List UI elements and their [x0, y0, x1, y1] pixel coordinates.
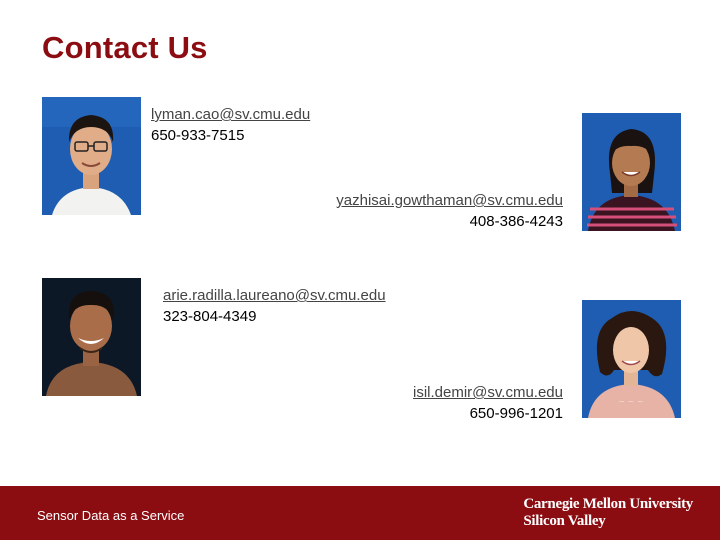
contact-photo-2 [582, 113, 681, 231]
phone-number: 650-996-1201 [469, 405, 563, 422]
email-link[interactable]: arie.radilla.laureano@sv.cmu.edu [163, 285, 386, 306]
footer-bar: Sensor Data as a Service Carnegie Mellon… [0, 486, 720, 540]
footer-label: Sensor Data as a Service [37, 508, 185, 523]
contact-photo-3 [42, 278, 141, 396]
email-link[interactable]: yazhisai.gowthaman@sv.cmu.edu [336, 190, 563, 211]
contact-card-1: lyman.cao@sv.cmu.edu 650-933-7515 [151, 104, 310, 146]
contact-card-3: arie.radilla.laureano@sv.cmu.edu 323-804… [163, 285, 386, 327]
phone-number: 408-386-4243 [469, 213, 563, 230]
phone-number: 323-804-4349 [163, 308, 257, 325]
contact-photo-4: ~ ~ ~ [582, 300, 681, 418]
cmu-logo: Carnegie Mellon University Silicon Valle… [523, 496, 693, 530]
email-link[interactable]: isil.demir@sv.cmu.edu [413, 382, 563, 403]
svg-text:~ ~ ~: ~ ~ ~ [618, 397, 643, 406]
contact-photo-1 [42, 97, 141, 215]
logo-line-1: Carnegie Mellon University [523, 496, 693, 512]
email-link[interactable]: lyman.cao@sv.cmu.edu [151, 104, 310, 125]
contact-card-4: isil.demir@sv.cmu.edu 650-996-1201 [413, 382, 563, 424]
contact-card-2: yazhisai.gowthaman@sv.cmu.edu 408-386-42… [336, 190, 563, 232]
logo-line-2: Silicon Valley [523, 513, 606, 529]
phone-number: 650-933-7515 [151, 127, 245, 144]
slide-title: Contact Us [42, 30, 208, 65]
